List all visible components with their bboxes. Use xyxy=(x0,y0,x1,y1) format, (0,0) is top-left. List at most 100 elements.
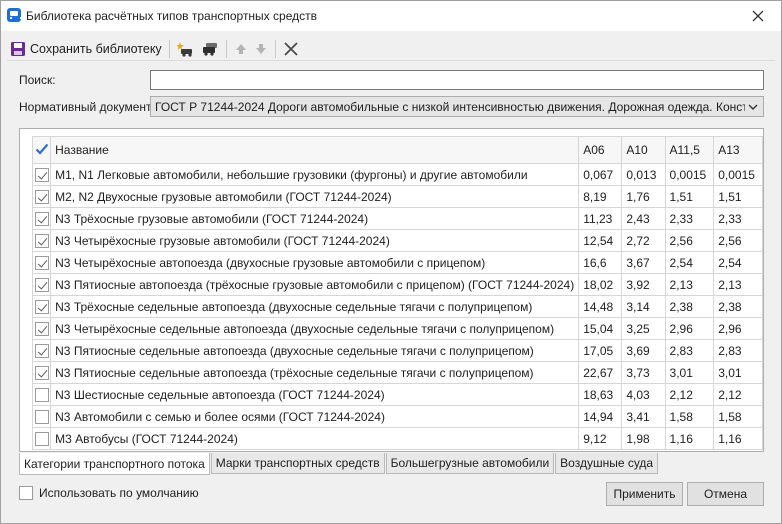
row-checkbox[interactable] xyxy=(34,365,49,380)
row-checkbox[interactable] xyxy=(34,277,49,292)
move-down-button[interactable] xyxy=(251,38,271,60)
row-checkbox[interactable] xyxy=(34,233,49,248)
cell-name[interactable]: N3 Трёхосные седельные автопоезда (двухо… xyxy=(50,295,580,318)
row-checkbox[interactable] xyxy=(34,409,49,424)
tab-0[interactable]: Категории транспортного потока xyxy=(19,453,210,475)
row-checkbox[interactable] xyxy=(34,431,49,446)
table-row[interactable]: М1, N1 Легковые автомобили, небольшие гр… xyxy=(31,163,763,186)
copy-type-button[interactable] xyxy=(198,38,222,60)
row-checkbox-cell[interactable] xyxy=(31,427,52,450)
cell-a13[interactable]: 1,58 xyxy=(713,405,763,428)
cell-a10[interactable]: 1,98 xyxy=(621,427,666,450)
table-row[interactable]: N3 Пятиосные седельные автопоезда (трёхо… xyxy=(31,361,763,384)
cell-a11-5[interactable]: 1,16 xyxy=(664,427,715,450)
column-header-a06[interactable]: A06 xyxy=(578,136,623,164)
tab-1[interactable]: Марки транспортных средств xyxy=(210,453,385,474)
table-row[interactable]: N3 Четырёхосные седельные автопоезда (дв… xyxy=(31,317,763,340)
cell-name[interactable]: М1, N1 Легковые автомобили, небольшие гр… xyxy=(50,163,580,186)
cancel-button[interactable]: Отмена xyxy=(687,482,764,506)
column-header-a10[interactable]: A10 xyxy=(621,136,666,164)
cell-a11-5[interactable]: 2,54 xyxy=(664,251,715,274)
cell-a10[interactable]: 2,43 xyxy=(621,207,666,230)
row-checkbox-cell[interactable] xyxy=(31,251,52,274)
cell-a06[interactable]: 11,23 xyxy=(578,207,623,230)
cell-name[interactable]: N3 Пятиосные седельные автопоезда (трёхо… xyxy=(50,361,580,384)
cell-a13[interactable]: 2,54 xyxy=(713,251,763,274)
use-default-checkbox[interactable]: Использовать по умолчанию xyxy=(19,486,199,500)
add-type-button[interactable] xyxy=(174,38,198,60)
cell-a06[interactable]: 14,48 xyxy=(578,295,623,318)
cell-name[interactable]: N3 Шестиосные седельные автопоезда (ГОСТ… xyxy=(50,383,580,406)
use-default-checkbox-box[interactable] xyxy=(19,486,33,500)
cell-name[interactable]: М3 Автобусы (ГОСТ 71244-2024) xyxy=(50,427,580,450)
cell-a10[interactable]: 1,76 xyxy=(621,185,666,208)
save-library-button[interactable]: Сохранить библиотеку xyxy=(7,38,165,60)
row-checkbox[interactable] xyxy=(34,387,49,402)
cell-a06[interactable]: 22,67 xyxy=(578,361,623,384)
cell-a06[interactable]: 12,54 xyxy=(578,229,623,252)
apply-button[interactable]: Применить xyxy=(606,482,683,506)
cell-a06[interactable]: 18,02 xyxy=(578,273,623,296)
row-checkbox-cell[interactable] xyxy=(31,185,52,208)
cell-a11-5[interactable]: 2,56 xyxy=(664,229,715,252)
cell-a06[interactable]: 9,12 xyxy=(578,427,623,450)
cell-a10[interactable]: 3,69 xyxy=(621,339,666,362)
cell-name[interactable]: N3 Четырёхосные автопоезда (двухосные гр… xyxy=(50,251,580,274)
cell-a06[interactable]: 0,067 xyxy=(578,163,623,186)
column-header-a11-5[interactable]: A11,5 xyxy=(664,136,715,164)
cell-a06[interactable]: 16,6 xyxy=(578,251,623,274)
cell-a13[interactable]: 2,56 xyxy=(713,229,763,252)
column-header-a13[interactable]: A13 xyxy=(713,136,763,164)
table-row[interactable]: N3 Шестиосные седельные автопоезда (ГОСТ… xyxy=(31,383,763,406)
cell-a10[interactable]: 3,73 xyxy=(621,361,666,384)
cell-name[interactable]: N3 Трёхосные грузовые автомобили (ГОСТ 7… xyxy=(50,207,580,230)
cell-a10[interactable]: 3,14 xyxy=(621,295,666,318)
table-row[interactable]: N3 Трёхосные седельные автопоезда (двухо… xyxy=(31,295,763,318)
cell-a11-5[interactable]: 0,0015 xyxy=(664,163,715,186)
cell-a13[interactable]: 2,83 xyxy=(713,339,763,362)
table-row[interactable]: N3 Трёхосные грузовые автомобили (ГОСТ 7… xyxy=(31,207,763,230)
row-checkbox-cell[interactable] xyxy=(31,383,52,406)
cell-name[interactable]: N3 Четырёхосные седельные автопоезда (дв… xyxy=(50,317,580,340)
cell-a11-5[interactable]: 1,58 xyxy=(664,405,715,428)
cell-a10[interactable]: 3,92 xyxy=(621,273,666,296)
table-row[interactable]: N3 Пятиосные автопоезда (трёхосные грузо… xyxy=(31,273,763,296)
row-checkbox-cell[interactable] xyxy=(31,317,52,340)
cell-a13[interactable]: 1,16 xyxy=(713,427,763,450)
cell-a11-5[interactable]: 3,01 xyxy=(664,361,715,384)
table-row[interactable]: М3 Автобусы (ГОСТ 71244-2024) 9,12 1,98 1,1… xyxy=(31,427,763,450)
table-row[interactable]: N3 Четырёхосные автопоезда (двухосные гр… xyxy=(31,251,763,274)
select-all-header[interactable] xyxy=(31,136,52,164)
cell-name[interactable]: N3 Пятиосные седельные автопоезда (двухо… xyxy=(50,339,580,362)
row-checkbox-cell[interactable] xyxy=(31,273,52,296)
cell-a11-5[interactable]: 2,33 xyxy=(664,207,715,230)
row-checkbox[interactable] xyxy=(34,299,49,314)
row-checkbox[interactable] xyxy=(34,167,49,182)
delete-button[interactable] xyxy=(280,38,302,60)
row-checkbox[interactable] xyxy=(34,343,49,358)
cell-a10[interactable]: 2,72 xyxy=(621,229,666,252)
cell-name[interactable]: N3 Четырёхосные грузовые автомобили (ГОС… xyxy=(50,229,580,252)
cell-a13[interactable]: 2,13 xyxy=(713,273,763,296)
close-button[interactable] xyxy=(741,3,775,29)
cell-a10[interactable]: 4,03 xyxy=(621,383,666,406)
cell-a11-5[interactable]: 2,96 xyxy=(664,317,715,340)
row-checkbox-cell[interactable] xyxy=(31,339,52,362)
tab-2[interactable]: Большегрузные автомобили xyxy=(385,453,555,474)
normative-document-select[interactable]: ГОСТ Р 71244-2024 Дороги автомобильные с… xyxy=(150,96,764,117)
cell-a06[interactable]: 18,63 xyxy=(578,383,623,406)
row-checkbox-cell[interactable] xyxy=(31,229,52,252)
row-checkbox-cell[interactable] xyxy=(31,295,52,318)
search-input[interactable] xyxy=(150,70,764,90)
cell-a13[interactable]: 2,96 xyxy=(713,317,763,340)
cell-a11-5[interactable]: 2,83 xyxy=(664,339,715,362)
cell-a11-5[interactable]: 2,38 xyxy=(664,295,715,318)
cell-a06[interactable]: 14,94 xyxy=(578,405,623,428)
cell-a10[interactable]: 3,41 xyxy=(621,405,666,428)
table-row[interactable]: N3 Пятиосные седельные автопоезда (двухо… xyxy=(31,339,763,362)
cell-a06[interactable]: 17,05 xyxy=(578,339,623,362)
table-row[interactable]: N3 Автомобили с семью и более осями (ГОС… xyxy=(31,405,763,428)
cell-a13[interactable]: 2,38 xyxy=(713,295,763,318)
cell-a06[interactable]: 8,19 xyxy=(578,185,623,208)
table-row[interactable]: М2, N2 Двухосные грузовые автомобили (ГО… xyxy=(31,185,763,208)
